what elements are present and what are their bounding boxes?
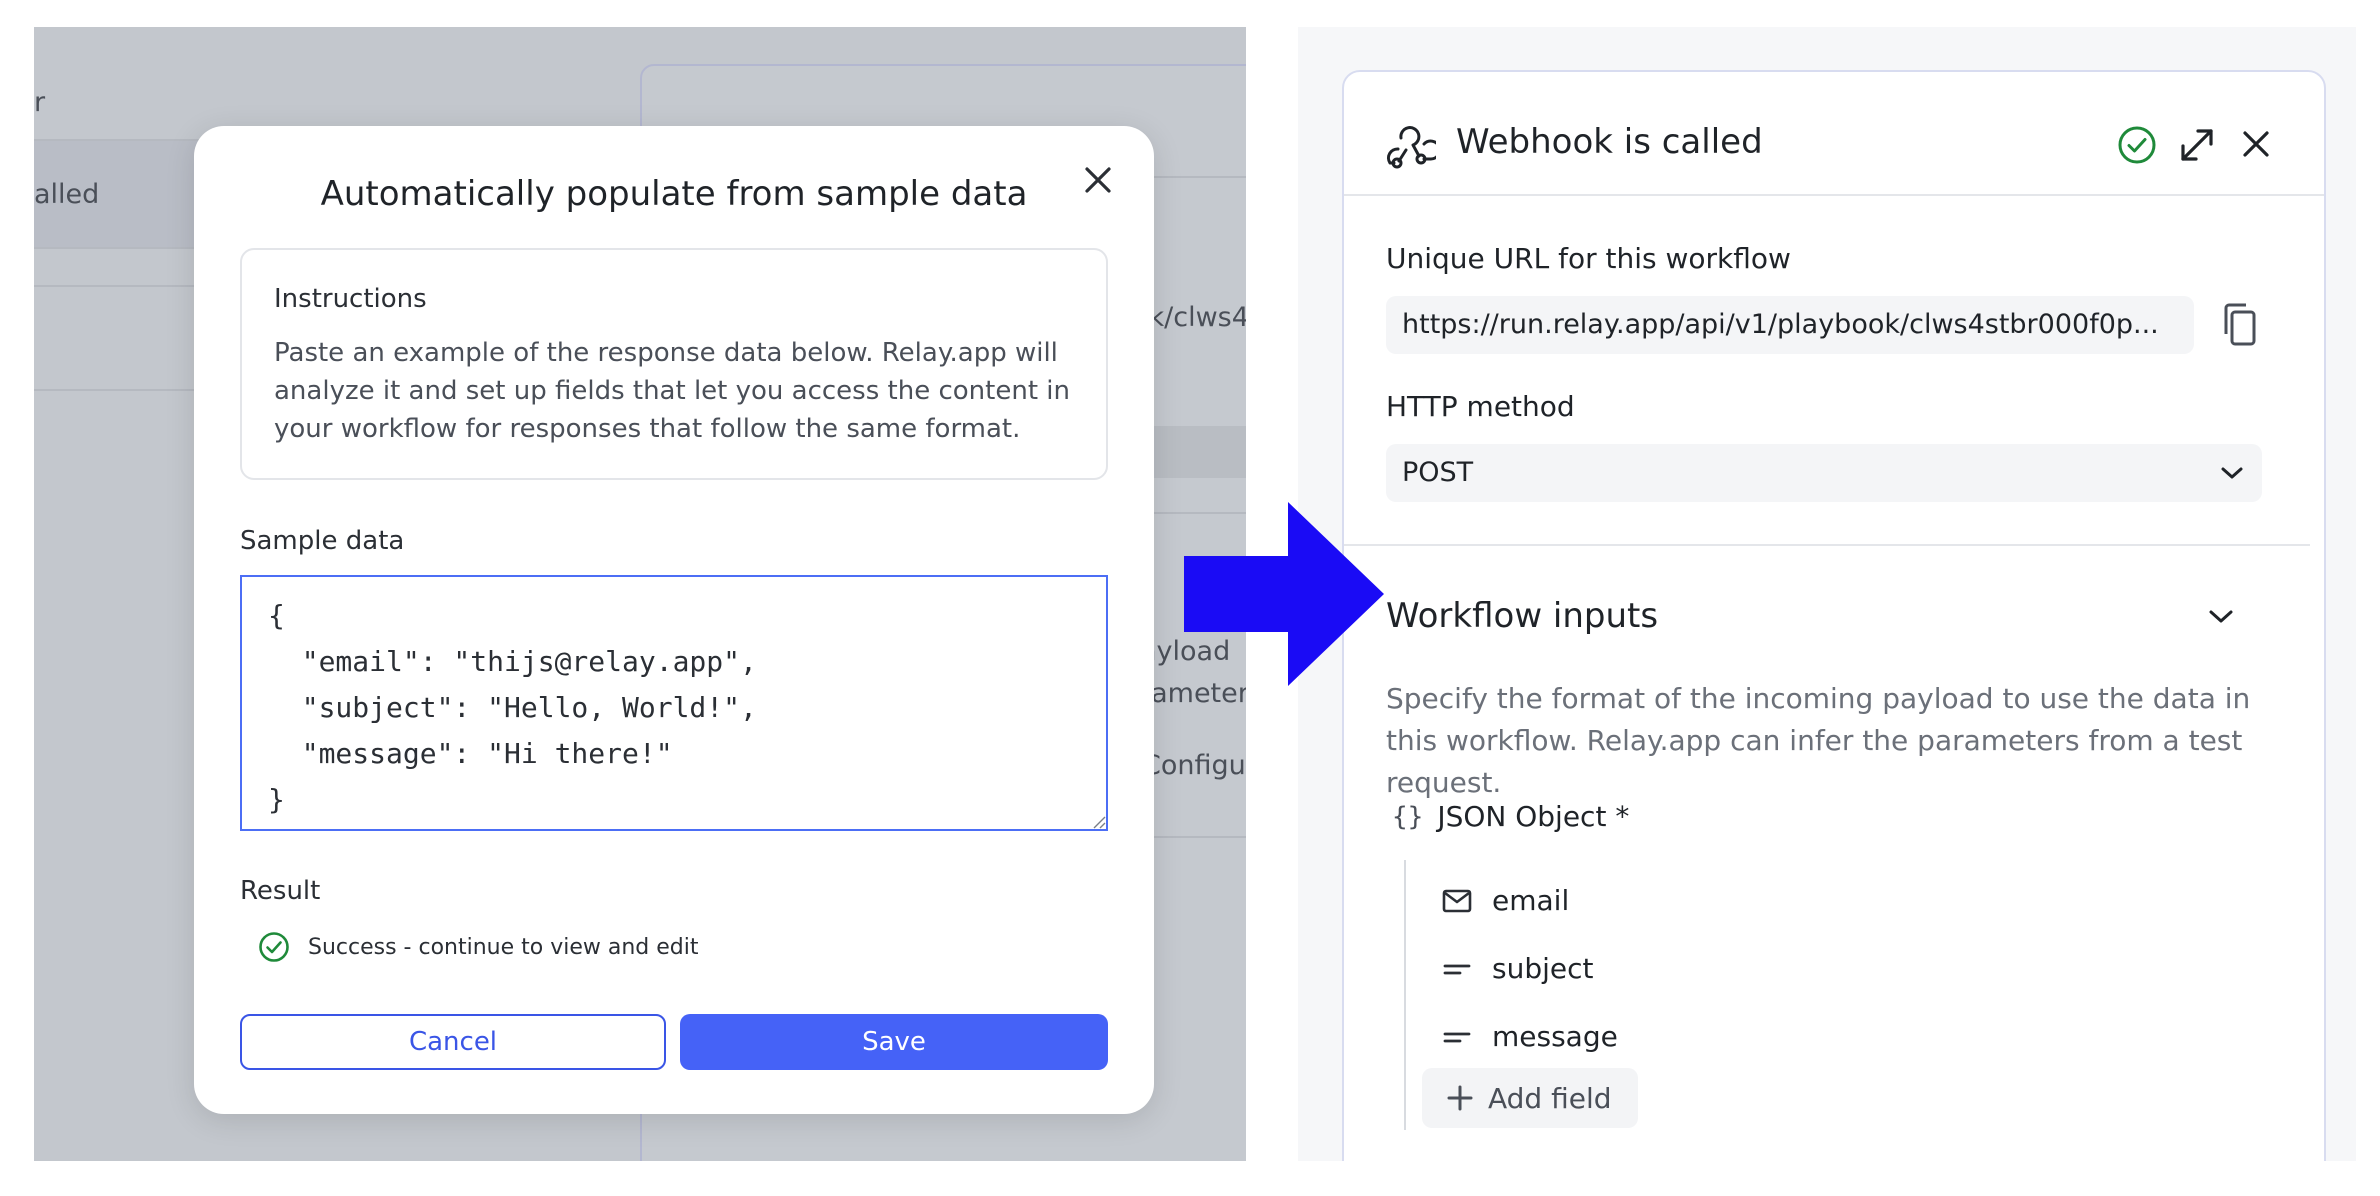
text-lines-icon — [1443, 964, 1471, 974]
field-name: subject — [1492, 952, 1594, 985]
expand-icon[interactable] — [2176, 124, 2218, 166]
modal-title: Automatically populate from sample data — [320, 174, 1028, 214]
panel-title: Webhook is called — [1456, 122, 1763, 162]
add-field-label: Add field — [1488, 1081, 1612, 1115]
left-screenshot: r alled ok/clws4st ayload rameters fr Co… — [34, 27, 1246, 1161]
sample-data-modal: Automatically populate from sample data … — [194, 126, 1154, 1114]
panel-header: Webhook is called — [1344, 72, 2324, 196]
webhook-panel: Webhook is called Unique URL for this wo… — [1342, 70, 2326, 1190]
webhook-url-field[interactable]: https://run.relay.app/api/v1/playbook/cl… — [1386, 296, 2194, 354]
cancel-button[interactable]: Cancel — [240, 1014, 666, 1070]
status-check-icon — [2118, 126, 2156, 164]
http-method-value: POST — [1402, 457, 1474, 488]
close-icon[interactable] — [1078, 160, 1118, 200]
chevron-down-icon — [2221, 467, 2243, 479]
section-divider — [1344, 544, 2310, 546]
background-text: Configur — [1142, 750, 1246, 781]
braces-icon: {} — [1392, 801, 1424, 832]
close-icon[interactable] — [2238, 126, 2274, 162]
mail-icon — [1442, 889, 1472, 912]
field-name: message — [1492, 1020, 1618, 1053]
field-name: email — [1492, 884, 1570, 917]
sample-data-label: Sample data — [240, 526, 405, 556]
result-status: Success - continue to view and edit — [258, 931, 699, 963]
json-object-row[interactable]: {} JSON Object * — [1392, 800, 1629, 833]
instructions-body: Paste an example of the response data be… — [274, 338, 1070, 444]
field-row-subject[interactable]: subject — [1442, 952, 1594, 985]
chevron-down-icon[interactable] — [2208, 606, 2234, 626]
webhook-icon — [1386, 126, 1436, 169]
save-button[interactable]: Save — [680, 1014, 1108, 1070]
result-text: Success - continue to view and edit — [308, 934, 699, 960]
tree-line — [1404, 860, 1406, 1130]
http-method-select[interactable]: POST — [1386, 444, 2262, 502]
text-lines-icon — [1443, 1032, 1471, 1042]
result-label: Result — [240, 876, 321, 906]
url-label: Unique URL for this workflow — [1386, 242, 1791, 275]
bottom-margin — [0, 1161, 2380, 1196]
field-row-message[interactable]: message — [1442, 1020, 1618, 1053]
right-arrow-icon — [1184, 502, 1384, 686]
sample-data-input[interactable] — [240, 575, 1108, 831]
http-method-label: HTTP method — [1386, 390, 1575, 423]
resize-handle-icon[interactable] — [1092, 815, 1106, 829]
add-field-button[interactable]: Add field — [1422, 1068, 1638, 1128]
copy-icon[interactable] — [2218, 302, 2260, 348]
instructions-title: Instructions — [274, 284, 427, 314]
background-text: alled — [34, 179, 100, 210]
json-object-label: JSON Object * — [1437, 800, 1630, 833]
instructions-box: Instructions Paste an example of the res… — [240, 248, 1108, 480]
plus-icon — [1447, 1085, 1473, 1111]
background-text: r — [34, 87, 46, 118]
field-row-email[interactable]: email — [1442, 884, 1569, 917]
workflow-inputs-description: Specify the format of the incoming paylo… — [1386, 682, 2251, 799]
workflow-inputs-title: Workflow inputs — [1386, 596, 1659, 636]
success-check-icon — [259, 932, 289, 962]
